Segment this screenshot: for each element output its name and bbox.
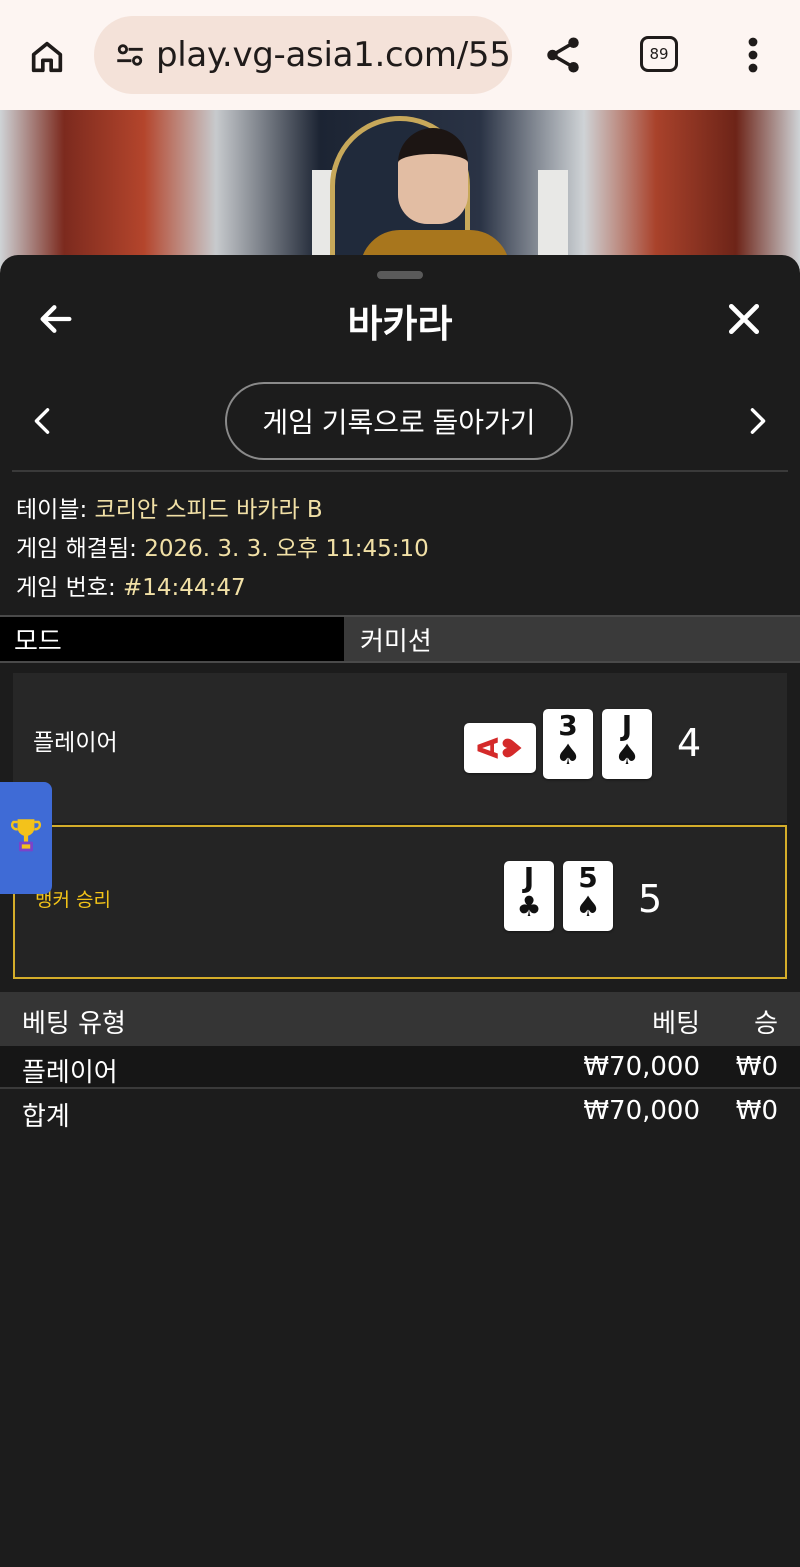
header-bet: 베팅 — [652, 1009, 700, 1039]
table-row: 플레이어 ₩70,000 ₩0 — [0, 1046, 800, 1088]
mode-label: 모드 — [0, 617, 344, 661]
total-label: 합계 — [22, 1102, 70, 1132]
url-text[interactable]: play.vg-asia1.com/55 — [156, 35, 511, 75]
panel-title: 바카라 — [347, 302, 453, 346]
chevron-right-icon[interactable] — [744, 401, 772, 441]
chevron-left-icon[interactable] — [28, 401, 56, 441]
mode-value: 커미션 — [360, 626, 432, 657]
share-icon[interactable] — [538, 30, 588, 80]
bet-table-header: 베팅 유형 베팅 승 — [0, 992, 800, 1046]
total-row: 합계 ₩70,000 ₩0 — [0, 1087, 800, 1132]
card-banker-1-suit: ♣ — [516, 890, 542, 923]
header-bet-type: 베팅 유형 — [22, 1009, 126, 1039]
card-banker-2: 5 ♠ — [563, 861, 613, 931]
table-info: 테이블: 코리안 스피드 바카라 B — [16, 490, 323, 524]
card-player-1-suit: ♥ — [499, 736, 529, 760]
trophy-icon — [9, 815, 43, 861]
mode-row: 모드 커미션 — [0, 615, 800, 663]
banker-hand: 뱅커 승리 J ♣ 5 ♠ 5 — [13, 825, 787, 979]
divider — [12, 470, 788, 472]
browser-toolbar: play.vg-asia1.com/55 89 — [0, 0, 800, 110]
trophy-tab[interactable] — [0, 782, 52, 894]
live-video — [0, 110, 800, 270]
resolved-label: 게임 해결됨: — [16, 536, 137, 562]
row-bet-type: 플레이어 — [22, 1058, 118, 1088]
total-bet-amount: ₩70,000 — [583, 1096, 700, 1126]
close-icon[interactable] — [722, 297, 766, 341]
row-win-amount: ₩0 — [735, 1052, 778, 1082]
header-win: 승 — [754, 1009, 778, 1039]
tune-icon[interactable] — [108, 33, 152, 77]
home-icon[interactable] — [22, 32, 72, 82]
game-number-info: 게임 번호: #14:44:47 — [16, 568, 246, 602]
card-player-2-suit: ♠ — [555, 738, 581, 771]
banker-score: 5 — [638, 877, 663, 921]
total-win-amount: ₩0 — [735, 1096, 778, 1126]
card-player-2-rank: 3 — [558, 709, 578, 742]
more-vert-icon[interactable] — [738, 33, 768, 77]
card-player-3-rank: J — [621, 709, 633, 742]
tab-switcher-button[interactable]: 89 — [640, 36, 678, 72]
card-banker-2-suit: ♠ — [575, 890, 601, 923]
resolved-info: 게임 해결됨: 2026. 3. 3. 오후 11:45:10 — [16, 529, 429, 563]
card-player-3-suit: ♠ — [614, 738, 640, 771]
drag-handle[interactable] — [377, 271, 423, 279]
game-number-value: #14:44:47 — [123, 575, 246, 601]
card-banker-2-rank: 5 — [578, 861, 598, 894]
card-banker-1-rank: J — [523, 861, 535, 894]
card-player-3: J ♠ — [602, 709, 652, 779]
game-number-label: 게임 번호: — [16, 575, 116, 601]
row-bet-amount: ₩70,000 — [583, 1052, 700, 1082]
table-value: 코리안 스피드 바카라 B — [94, 497, 323, 523]
player-label: 플레이어 — [33, 730, 118, 756]
card-banker-1: J ♣ — [504, 861, 554, 931]
player-hand: 플레이어 A ♥ 3 ♠ J ♠ 4 — [13, 673, 787, 823]
back-to-history-button[interactable]: 게임 기록으로 돌아가기 — [225, 382, 573, 460]
game-detail-panel: 바카라 게임 기록으로 돌아가기 테이블: 코리안 스피드 바카라 B 게임 해… — [0, 255, 800, 1567]
card-player-2: 3 ♠ — [543, 709, 593, 779]
tab-count: 89 — [649, 45, 669, 63]
player-score: 4 — [677, 721, 702, 765]
resolved-value: 2026. 3. 3. 오후 11:45:10 — [144, 536, 429, 562]
table-label: 테이블: — [16, 497, 88, 523]
card-player-1: A ♥ — [464, 723, 536, 773]
dealer-head — [398, 128, 468, 224]
address-bar[interactable]: play.vg-asia1.com/55 — [94, 16, 512, 94]
